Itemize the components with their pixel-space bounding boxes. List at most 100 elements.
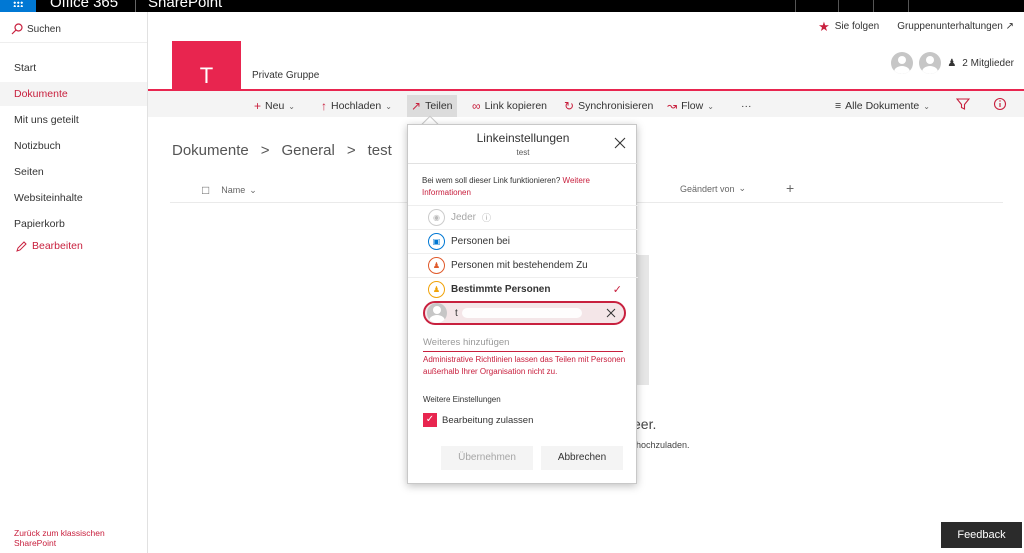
nav-item-shared[interactable]: Mit uns geteilt — [0, 108, 147, 132]
suite-product-name[interactable]: SharePoint — [148, 0, 222, 11]
follow-label: Sie folgen — [834, 21, 880, 32]
link-audience-question: Bei wem soll dieser Link funktionieren? … — [422, 175, 622, 199]
flow-icon: ↝ — [667, 99, 678, 113]
app-launcher-button[interactable] — [0, 0, 36, 12]
members-count: 2 Mitglieder — [962, 57, 1014, 69]
nav-item-dokumente[interactable]: Dokumente — [0, 82, 147, 106]
upload-icon: ↑ — [321, 99, 327, 113]
dialog-title: Linkeinstellungen — [476, 131, 570, 145]
column-header-name[interactable]: □ Name ⌄ — [202, 183, 257, 197]
option-people-in-org[interactable]: ▣ Personen bei — [408, 229, 638, 253]
breadcrumb-item[interactable]: test — [368, 142, 392, 159]
site-type-label: Private Gruppe — [252, 70, 320, 81]
file-icon: □ — [202, 183, 210, 197]
breadcrumb-separator: > — [346, 142, 356, 159]
close-icon[interactable] — [614, 137, 626, 149]
option-label: Bestimmte Personen — [451, 284, 551, 295]
group-conversations-link[interactable]: Gruppenunterhaltungen ↗ — [897, 21, 1014, 32]
option-label: Personen bei — [451, 236, 510, 247]
link-icon: ∞ — [472, 99, 481, 113]
filter-icon[interactable] — [956, 97, 970, 111]
cancel-button[interactable]: Abbrechen — [541, 446, 623, 470]
search-box[interactable]: Suchen — [11, 23, 61, 35]
avatar — [891, 52, 914, 74]
sync-icon: ↻ — [564, 99, 575, 113]
redacted-name — [461, 308, 582, 318]
globe-icon: ◉ — [428, 209, 445, 226]
new-button[interactable]: + Neu ⌄ — [250, 95, 299, 117]
view-selector[interactable]: ≡ Alle Dokumente ⌄ — [831, 95, 934, 117]
suite-icon-divider — [795, 0, 796, 12]
waffle-icon — [13, 1, 23, 7]
option-anyone[interactable]: ◉ Jeder ⓘ — [408, 205, 638, 229]
add-column-icon[interactable]: + — [786, 180, 794, 196]
upload-button[interactable]: ↑ Hochladen ⌄ — [317, 95, 396, 117]
selected-person-pill[interactable]: t — [423, 301, 626, 325]
option-existing-access[interactable]: ♟ Personen mit bestehendem Zu — [408, 253, 638, 277]
feedback-button[interactable]: Feedback — [941, 522, 1022, 548]
allow-edit-checkbox[interactable]: ✓ Bearbeitung zulassen — [423, 413, 533, 427]
search-icon — [11, 23, 23, 35]
option-specific-people[interactable]: ♟ Bestimmte Personen ✓ — [408, 277, 638, 301]
chevron-down-icon: ⌄ — [249, 184, 257, 195]
suite-divider — [135, 0, 136, 12]
suite-icon-divider — [908, 0, 909, 12]
nav-edit-button[interactable]: Bearbeiten — [16, 240, 83, 252]
search-divider — [0, 42, 147, 43]
dialog-divider — [408, 163, 638, 164]
column-name-label: Name — [221, 185, 246, 195]
star-icon: ★ — [818, 18, 830, 34]
follow-button[interactable]: ★ Sie folgen — [818, 18, 880, 34]
avatar — [919, 52, 942, 74]
share-button[interactable]: ↗ Teilen — [407, 95, 457, 117]
column-header-modified-by[interactable]: Geändert von ⌄ — [680, 183, 746, 194]
breadcrumb: Dokumente > General > test — [172, 142, 392, 159]
nav-item-pages[interactable]: Seiten — [0, 160, 147, 184]
apply-button[interactable]: Übernehmen — [441, 446, 533, 470]
members-button[interactable]: ♟ 2 Mitglieder — [891, 52, 1014, 74]
classic-sharepoint-link[interactable]: Zurück zum klassischen SharePoint — [14, 528, 147, 548]
copy-link-button[interactable]: ∞ Link kopieren — [468, 95, 551, 117]
suite-bar: Office 365 SharePoint — [0, 0, 1024, 12]
remove-person-icon[interactable] — [606, 308, 616, 318]
suite-app-name[interactable]: Office 365 — [50, 0, 118, 11]
chevron-down-icon: ⌄ — [288, 101, 295, 111]
link-settings-dialog: Linkeinstellungen test Bei wem soll dies… — [407, 124, 638, 484]
chevron-down-icon: ⌄ — [738, 183, 747, 193]
breadcrumb-separator: > — [260, 142, 270, 159]
empty-description: hochzuladen. — [636, 440, 690, 450]
sync-button[interactable]: ↻ Synchronisieren — [560, 95, 657, 117]
left-navigation: Suchen Start Dokumente Mit uns geteilt N… — [0, 12, 148, 553]
breadcrumb-item[interactable]: Dokumente — [172, 142, 249, 159]
dialog-subtitle: test — [516, 148, 530, 157]
flow-label: Flow — [681, 100, 704, 112]
building-icon: ▣ — [428, 233, 445, 250]
suite-icon-divider — [838, 0, 839, 12]
nav-edit-label: Bearbeiten — [32, 240, 83, 252]
chevron-down-icon: ⌄ — [385, 101, 392, 111]
pencil-icon — [16, 240, 27, 252]
nav-item-recycle-bin[interactable]: Papierkorb — [0, 212, 147, 236]
nav-item-notebook[interactable]: Notizbuch — [0, 134, 147, 158]
question-text: Bei wem soll dieser Link funktionieren? — [422, 176, 561, 185]
breadcrumb-item[interactable]: General — [281, 142, 334, 159]
column-modified-by-label: Geändert von — [680, 183, 735, 194]
add-people-input[interactable]: Weiteres hinzufügen — [423, 335, 623, 352]
policy-error-message: Administrative Richtlinien lassen das Te… — [423, 355, 626, 376]
sync-label: Synchronisieren — [578, 100, 654, 112]
nav-item-site-contents[interactable]: Websiteinhalte — [0, 186, 147, 210]
option-label: Jeder — [451, 212, 477, 223]
copy-link-label: Link kopieren — [484, 100, 548, 112]
share-label: Teilen — [425, 100, 453, 112]
nav-item-start[interactable]: Start — [0, 56, 147, 80]
specific-people-icon: ♟ — [428, 281, 445, 298]
upload-label: Hochladen — [331, 100, 382, 112]
info-icon[interactable] — [993, 97, 1007, 111]
command-bar: + Neu ⌄ ↑ Hochladen ⌄ ↗ Teilen ∞ Link ko… — [148, 89, 1024, 117]
chevron-down-icon: ⌄ — [923, 101, 930, 111]
share-icon: ↗ — [411, 99, 422, 113]
more-button[interactable]: ··· — [737, 95, 756, 117]
new-label: Neu — [265, 100, 285, 112]
avatar — [427, 303, 447, 323]
flow-button[interactable]: ↝ Flow ⌄ — [663, 95, 718, 117]
